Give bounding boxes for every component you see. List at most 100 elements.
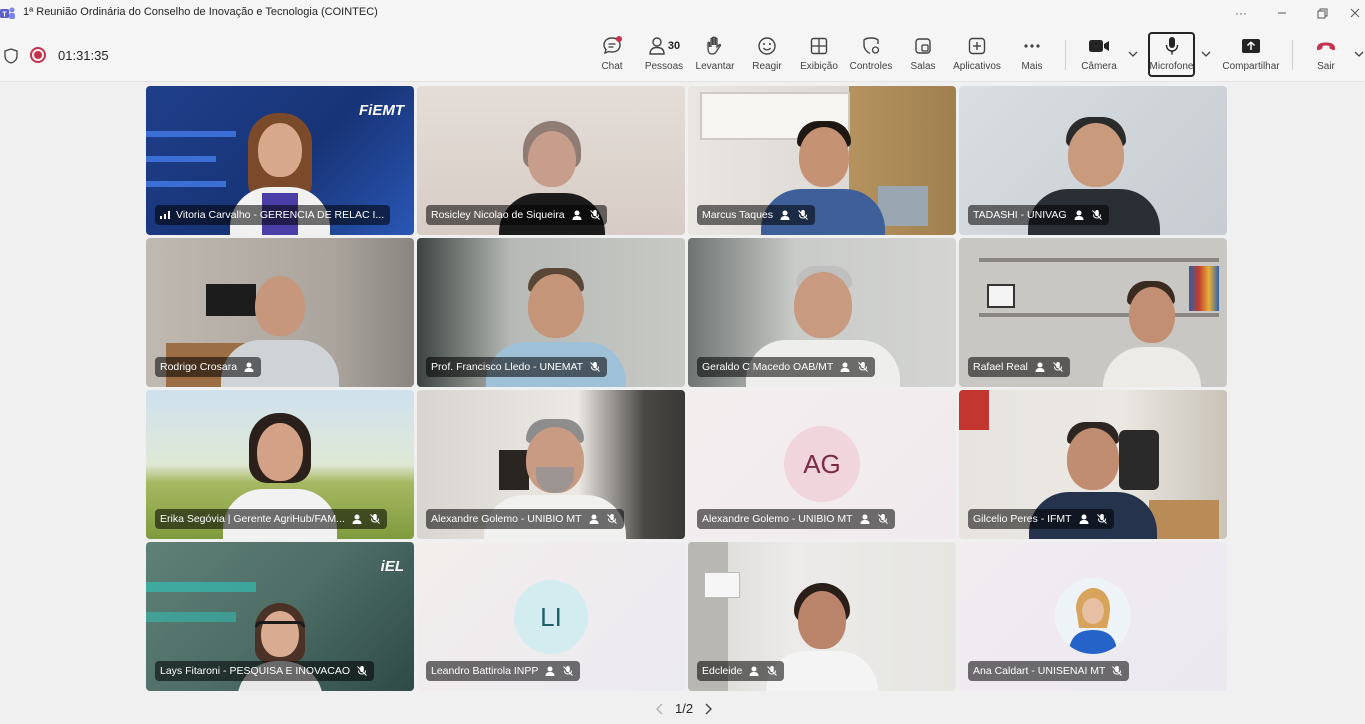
rooms-label: Salas [910, 61, 936, 72]
guest-badge-icon [860, 514, 870, 524]
meeting-timer: 01:31:35 [58, 48, 109, 63]
participant-tile[interactable]: Rodrigo Crosara [146, 238, 414, 387]
chat-label: Chat [601, 61, 623, 72]
participant-name-tag: Marcus Taques [697, 205, 816, 225]
camera-options-chevron-icon[interactable] [1127, 48, 1139, 60]
more-button[interactable]: Mais [1018, 34, 1046, 76]
react-button[interactable]: Reagir [751, 34, 783, 76]
hang-up-icon [1317, 42, 1335, 51]
participant-name: Vitoria Carvalho - GERENCIA DE RELAC I..… [176, 209, 385, 221]
tile-brand-logo: FiEMT [359, 102, 404, 119]
restore-button[interactable] [1305, 0, 1339, 26]
participant-name: Erika Segóvia | Gerente AgriHub/FAM... [160, 513, 345, 525]
participant-tile[interactable]: Prof. Francisco Lledo - UNEMAT [417, 238, 685, 387]
camera-button[interactable]: Câmera [1080, 34, 1118, 76]
participant-name-tag: Vitoria Carvalho - GERENCIA DE RELAC I..… [155, 205, 391, 225]
participant-name-tag: Gilcelio Peres - IFMT [968, 509, 1114, 529]
mic-muted-icon [798, 210, 808, 220]
shield-icon[interactable] [4, 48, 18, 64]
grid-layout-icon [810, 37, 828, 55]
minimize-button[interactable] [1265, 0, 1299, 26]
microphone-icon [1165, 37, 1178, 55]
microphone-button[interactable]: Microfone [1148, 34, 1195, 76]
view-button[interactable]: Exibição [799, 34, 839, 76]
chat-button[interactable]: Chat [598, 34, 626, 76]
participant-name-tag: Rosicley Nicolao de Siqueira [426, 205, 607, 225]
leave-button[interactable]: Sair [1312, 34, 1340, 76]
guest-badge-icon [749, 666, 759, 676]
participant-tile[interactable]: Geraldo C Macedo OAB/MT [688, 238, 956, 387]
leave-options-chevron-icon[interactable] [1353, 48, 1365, 60]
participant-name: Rafael Real [973, 361, 1028, 373]
minimize-icon [1278, 12, 1286, 14]
participant-name: Geraldo C Macedo OAB/MT [702, 361, 834, 373]
participant-tile[interactable]: Erika Segóvia | Gerente AgriHub/FAM... [146, 390, 414, 539]
profile-photo [1055, 578, 1131, 654]
participant-name: Lays Fitaroni - PESQUISA E INOVACAO [160, 665, 351, 677]
guest-badge-icon [840, 362, 850, 372]
share-button[interactable]: Compartilhar [1220, 34, 1282, 76]
controls-shield-icon [863, 37, 880, 55]
participant-tile[interactable]: Rosicley Nicolao de Siqueira [417, 86, 685, 235]
restore-icon [1317, 8, 1327, 18]
participant-name-tag: Geraldo C Macedo OAB/MT [697, 357, 876, 377]
guest-badge-icon [589, 514, 599, 524]
svg-text:T: T [2, 12, 7, 19]
gallery-pager: 1/2 [655, 701, 713, 716]
camera-icon [1089, 40, 1109, 52]
window-more-button[interactable]: ··· [1224, 0, 1258, 26]
microphone-options-chevron-icon[interactable] [1200, 48, 1212, 60]
guest-badge-icon [572, 210, 582, 220]
participant-tile[interactable]: Ana Caldart - UNISENAI MT [959, 542, 1227, 691]
participant-name: TADASHI - UNIVAG [973, 209, 1067, 221]
participant-tile[interactable]: Alexandre Golemo - UNIBIO MT [417, 390, 685, 539]
previous-page-icon[interactable] [655, 703, 665, 715]
guest-badge-icon [244, 362, 254, 372]
mic-muted-icon [767, 666, 778, 676]
more-label: Mais [1021, 61, 1043, 72]
microphone-label: Microfone [1149, 61, 1194, 72]
mic-muted-icon [1091, 210, 1102, 220]
rooms-button[interactable]: Salas [909, 34, 937, 76]
participant-name: Leandro Battirola INPP [431, 665, 539, 677]
participant-tile[interactable]: Rafael Real [959, 238, 1227, 387]
view-label: Exibição [800, 61, 838, 72]
next-page-icon[interactable] [703, 703, 713, 715]
camera-label: Câmera [1081, 61, 1117, 72]
share-label: Compartilhar [1222, 61, 1280, 72]
people-label: Pessoas [644, 61, 684, 72]
participant-tile[interactable]: AG Alexandre Golemo - UNIBIO MT [688, 390, 956, 539]
close-button[interactable] [1345, 0, 1365, 26]
participant-name-tag: Leandro Battirola INPP [426, 661, 581, 681]
participant-name-tag: Alexandre Golemo - UNIBIO MT [426, 509, 624, 529]
participant-name: Marcus Taques [702, 209, 774, 221]
controls-button[interactable]: Controles [848, 34, 894, 76]
add-app-icon [968, 37, 986, 55]
participant-name-tag: Rafael Real [968, 357, 1070, 377]
guest-badge-icon [1035, 362, 1045, 372]
avatar: AG [784, 426, 860, 502]
participant-tile[interactable]: Marcus Taques [688, 86, 956, 235]
mic-muted-icon [858, 362, 869, 372]
mic-muted-icon [1096, 514, 1107, 524]
guest-badge-icon [545, 666, 555, 676]
participant-tile[interactable]: LI Leandro Battirola INPP [417, 542, 685, 691]
people-button[interactable]: 30 Pessoas [642, 34, 686, 76]
participant-tile[interactable]: Gilcelio Peres - IFMT [959, 390, 1227, 539]
leave-label: Sair [1317, 61, 1335, 72]
apps-label: Aplicativos [953, 61, 1001, 72]
raise-hand-button[interactable]: Levantar [696, 34, 734, 76]
title-bar: T 1ª Reunião Ordinária do Conselho de In… [0, 0, 1365, 26]
apps-button[interactable]: Aplicativos [952, 34, 1002, 76]
window-title: 1ª Reunião Ordinária do Conselho de Inov… [23, 6, 378, 18]
guest-badge-icon [780, 210, 790, 220]
participant-name: Edcleide [702, 665, 743, 677]
participant-tile[interactable]: Edcleide [688, 542, 956, 691]
mic-muted-icon [563, 666, 574, 676]
participant-name-tag: Alexandre Golemo - UNIBIO MT [697, 509, 895, 529]
participant-tile[interactable]: iEL Lays Fitaroni - PESQUISA E INOVACAO [146, 542, 414, 691]
participant-tile[interactable]: FiEMT Vitoria Carvalho - GERENCIA DE REL… [146, 86, 414, 235]
participant-tile[interactable]: TADASHI - UNIVAG [959, 86, 1227, 235]
people-icon [649, 37, 665, 55]
participant-name-tag: Rodrigo Crosara [155, 357, 262, 377]
